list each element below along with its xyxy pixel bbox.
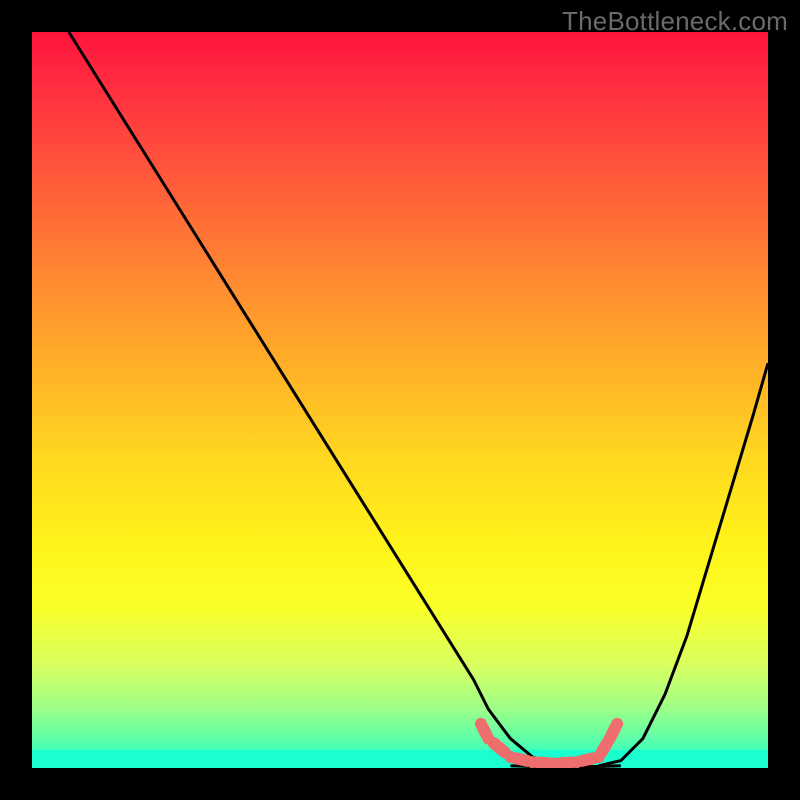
valley-dot-segment — [516, 758, 527, 761]
valley-dot-segment — [601, 743, 607, 752]
valley-dot-segment — [538, 762, 549, 763]
valley-dot — [526, 756, 538, 768]
chart-svg — [32, 32, 768, 768]
valley-dot — [571, 756, 583, 768]
watermark-text: TheBottleneck.com — [562, 6, 788, 37]
valley-dot — [593, 751, 605, 763]
valley-dot — [611, 718, 623, 730]
valley-dot — [475, 718, 487, 730]
left-curve — [69, 32, 555, 766]
right-curve — [599, 363, 768, 766]
valley-dot-segment — [560, 762, 571, 763]
valley-dots — [475, 718, 623, 768]
valley-dot — [604, 733, 616, 745]
valley-dot — [482, 733, 494, 745]
valley-dot — [504, 751, 516, 763]
valley-dot-segment — [582, 758, 593, 761]
valley-dot-segment — [494, 743, 505, 752]
